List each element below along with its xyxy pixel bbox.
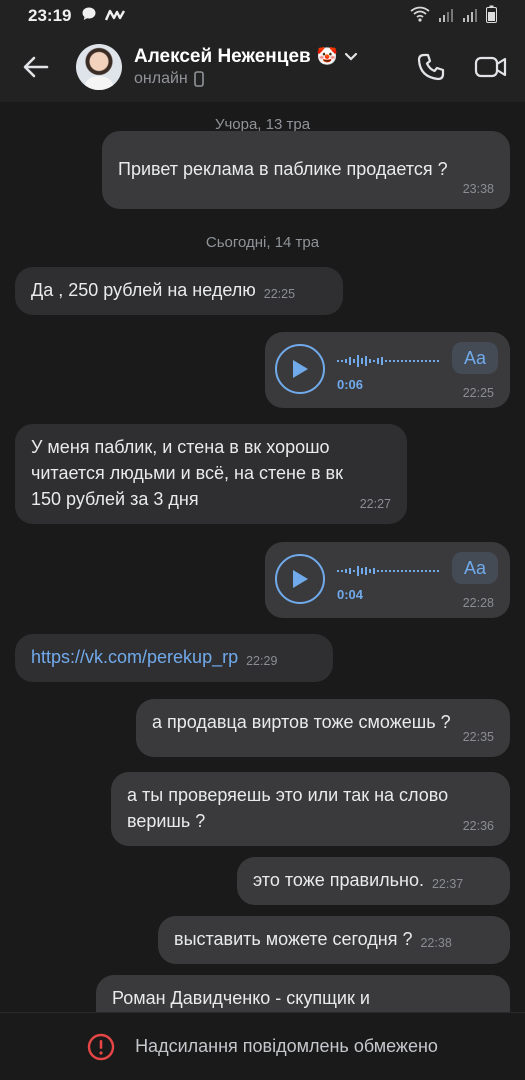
phone-icon bbox=[417, 53, 445, 81]
message-time: 23:38 bbox=[462, 182, 494, 196]
video-call-button[interactable] bbox=[471, 47, 511, 87]
message-text: выставить можете сегодня ? bbox=[174, 929, 413, 949]
message-outgoing[interactable]: а продавца виртов тоже сможешь ? 22:35 bbox=[136, 699, 510, 757]
transcribe-button[interactable]: Aa bbox=[452, 342, 498, 374]
message-list[interactable]: Учора, 13 тра Привет реклама в паблике п… bbox=[0, 102, 525, 1012]
voice-duration: 0:04 bbox=[337, 587, 364, 602]
date-separator: Сьогодні, 14 тра bbox=[205, 234, 320, 251]
message-text: а ты проверяешь это или так на слово вер… bbox=[127, 785, 449, 831]
message-time: 22:29 bbox=[246, 654, 278, 668]
wifi-icon bbox=[410, 6, 430, 27]
chat-notification-icon bbox=[81, 6, 97, 27]
voice-message[interactable]: 0:06 Aa 22:25 bbox=[265, 332, 510, 408]
waveform bbox=[337, 566, 439, 576]
message-text: Да , 250 рублей на неделю bbox=[31, 280, 256, 300]
mobile-phone-icon bbox=[193, 71, 204, 87]
message-time: 22:27 bbox=[359, 497, 391, 511]
status-bar: 23:19 bbox=[0, 0, 525, 32]
message-outgoing[interactable]: Роман Давидченко - скупщик и bbox=[96, 975, 510, 1012]
messaging-restricted-banner: Надсилання повідомлень обмежено bbox=[0, 1012, 525, 1080]
status-time: 23:19 bbox=[28, 6, 72, 25]
play-button[interactable] bbox=[275, 554, 325, 604]
battery-icon bbox=[486, 5, 497, 28]
message-outgoing[interactable]: это тоже правильно. 22:37 bbox=[237, 857, 510, 905]
vk-notification-icon bbox=[105, 6, 126, 27]
warning-icon bbox=[87, 1033, 115, 1060]
chevron-down-icon bbox=[344, 52, 357, 61]
contact-name: Алексей Неженцев bbox=[134, 46, 311, 67]
voice-duration: 0:06 bbox=[337, 377, 364, 392]
message-time: 22:36 bbox=[462, 819, 494, 833]
message-incoming[interactable]: У меня паблик, и стена в вк хорошо читае… bbox=[15, 424, 407, 524]
play-icon bbox=[293, 360, 308, 378]
message-time: 22:37 bbox=[431, 877, 464, 891]
arrow-left-icon bbox=[23, 56, 49, 78]
clown-emoji: 🤡 bbox=[316, 47, 338, 66]
chat-header: Алексей Неженцев 🤡 онлайн bbox=[0, 32, 525, 102]
restricted-text: Надсилання повідомлень обмежено bbox=[135, 1036, 438, 1056]
message-outgoing[interactable]: Привет реклама в паблике продается ? 23:… bbox=[102, 131, 510, 209]
contact-info[interactable]: Алексей Неженцев 🤡 онлайн bbox=[134, 46, 358, 88]
play-icon bbox=[293, 570, 308, 588]
message-time: 22:35 bbox=[462, 730, 494, 744]
online-status: онлайн bbox=[134, 70, 188, 87]
message-text: У меня паблик, и стена в вк хорошо читае… bbox=[31, 437, 343, 509]
message-time: 22:25 bbox=[263, 287, 296, 301]
signal-icon-2 bbox=[462, 6, 478, 27]
message-link[interactable]: https://vk.com/perekup_rp bbox=[31, 647, 238, 667]
message-text: а продавца виртов тоже сможешь ? bbox=[152, 712, 451, 732]
message-time: 22:38 bbox=[420, 936, 452, 950]
signal-icon-1 bbox=[438, 6, 454, 27]
message-text: Привет реклама в паблике продается ? bbox=[118, 159, 448, 179]
waveform bbox=[337, 355, 439, 367]
play-button[interactable] bbox=[275, 344, 325, 394]
transcribe-button[interactable]: Aa bbox=[452, 552, 498, 584]
back-button[interactable] bbox=[0, 32, 72, 102]
message-text: Роман Давидченко - скупщик и bbox=[112, 988, 370, 1008]
message-outgoing[interactable]: а ты проверяешь это или так на слово вер… bbox=[111, 772, 510, 846]
message-time: 22:28 bbox=[462, 596, 494, 610]
video-camera-icon bbox=[474, 56, 507, 78]
message-outgoing[interactable]: выставить можете сегодня ? 22:38 bbox=[158, 916, 510, 964]
message-incoming[interactable]: https://vk.com/perekup_rp 22:29 bbox=[15, 634, 333, 682]
call-button[interactable] bbox=[411, 47, 451, 87]
avatar[interactable] bbox=[76, 44, 122, 90]
message-text: это тоже правильно. bbox=[253, 870, 424, 890]
message-incoming[interactable]: Да , 250 рублей на неделю 22:25 bbox=[15, 267, 343, 315]
message-time: 22:25 bbox=[462, 386, 494, 400]
voice-message[interactable]: 0:04 Aa 22:28 bbox=[265, 542, 510, 618]
